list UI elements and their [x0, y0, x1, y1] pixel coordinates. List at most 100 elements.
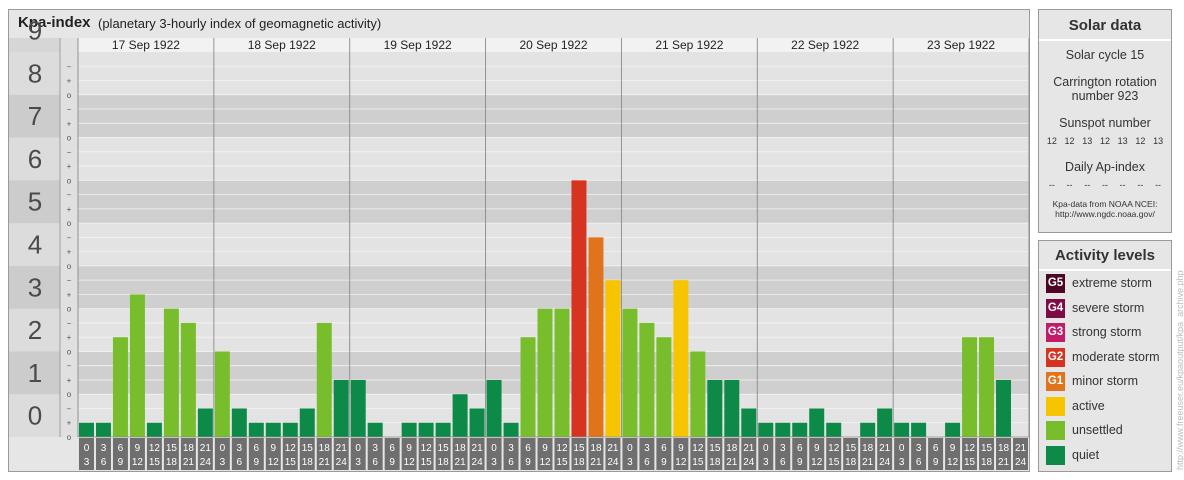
source-link[interactable]: http://www.ngdc.noaa.gov/ [1039, 209, 1171, 219]
interval-end-label: 12 [947, 457, 959, 468]
interval-start-label: 3 [372, 443, 378, 454]
grid-band [78, 52, 1029, 95]
interval-end-label: 6 [508, 457, 514, 468]
interval-start-label: 6 [933, 443, 939, 454]
interval-end-label: 12 [539, 457, 551, 468]
y-tick-label: 0 [28, 401, 42, 431]
interval-end-label: 3 [763, 457, 769, 468]
interval-start-label: 18 [183, 443, 195, 454]
interval-end-label: 12 [675, 457, 687, 468]
legend-color-swatch: G2 [1046, 347, 1065, 367]
y-tick-label: 5 [28, 187, 42, 217]
kp-bar [520, 337, 536, 437]
kp-bar [673, 280, 689, 437]
kp-bar [537, 308, 553, 437]
y-minor-mark: + [67, 205, 72, 214]
interval-end-label: 3 [220, 457, 226, 468]
kp-bar [112, 337, 128, 437]
interval-start-label: 18 [455, 443, 467, 454]
y-minor-mark: + [67, 419, 72, 428]
divider [1039, 39, 1171, 41]
kp-bar [435, 422, 451, 437]
interval-end-label: 18 [166, 457, 178, 468]
kp-bar [554, 308, 570, 437]
interval-end-label: 18 [573, 457, 585, 468]
kp-bar [197, 408, 213, 437]
legend-label: minor storm [1072, 374, 1138, 388]
interval-end-label: 18 [302, 457, 314, 468]
sunspot-values: 12 12 13 12 13 12 13 [1039, 136, 1171, 146]
interval-start-label: 18 [998, 443, 1010, 454]
kp-bar [79, 422, 94, 437]
interval-end-label: 6 [372, 457, 378, 468]
interval-end-label: 9 [389, 457, 395, 468]
interval-start-label: 6 [118, 443, 124, 454]
y-tick-label: 7 [28, 101, 42, 131]
kp-bar [809, 408, 825, 437]
y-minor-mark: o [67, 390, 72, 399]
interval-start-label: 3 [508, 443, 514, 454]
y-minor-mark: − [67, 276, 72, 285]
solar-data-title: Solar data [1068, 17, 1142, 34]
kp-bar [758, 422, 774, 437]
interval-start-label: 3 [101, 443, 107, 454]
y-minor-mark: + [67, 162, 72, 171]
ap-index-value: -- [1066, 180, 1073, 190]
source-line1: Kpa-data from NOAA NCEI: [1052, 199, 1158, 209]
interval-end-label: 3 [84, 457, 90, 468]
y-minor-mark: − [67, 233, 72, 242]
day-label: 18 Sep 1922 [248, 38, 316, 52]
interval-start-label: 9 [135, 443, 141, 454]
ap-index-value: -- [1048, 180, 1055, 190]
y-minor-mark: o [67, 347, 72, 356]
sunspot-value: 13 [1153, 136, 1164, 146]
grid-band [78, 308, 1029, 352]
interval-start-label: 6 [254, 443, 260, 454]
interval-end-label: 21 [998, 457, 1010, 468]
interval-start-label: 3 [644, 443, 650, 454]
ap-index-value: -- [1084, 180, 1091, 190]
interval-start-label: 0 [220, 443, 226, 454]
kp-bar [95, 422, 111, 437]
kp-bar [503, 422, 519, 437]
kp-bar [622, 308, 638, 437]
y-tick-label: 6 [28, 144, 42, 174]
y-minor-mark: o [67, 305, 72, 314]
y-minor-mark: − [67, 319, 72, 328]
ap-index-value: -- [1137, 180, 1144, 190]
interval-end-label: 21 [726, 457, 738, 468]
kp-bar [877, 408, 893, 437]
interval-end-label: 24 [472, 457, 484, 468]
interval-start-label: 6 [389, 443, 395, 454]
interval-start-label: 9 [271, 443, 277, 454]
kp-bar [996, 379, 1012, 437]
interval-end-label: 6 [237, 457, 243, 468]
y-minor-mark: + [67, 77, 72, 86]
kp-bar [571, 180, 587, 438]
legend-color-swatch [1046, 396, 1065, 416]
interval-start-label: 3 [237, 443, 243, 454]
interval-start-label: 21 [472, 443, 484, 454]
kp-bar [146, 422, 162, 437]
kp-bar [469, 408, 485, 437]
y-minor-mark: + [67, 333, 72, 342]
interval-end-label: 15 [285, 457, 297, 468]
interval-start-label: 21 [607, 443, 619, 454]
grid-band [78, 137, 1029, 181]
ap-index-value: -- [1119, 180, 1126, 190]
legend-label: quiet [1072, 447, 1100, 462]
interval-start-label: 0 [491, 443, 497, 454]
interval-end-label: 3 [627, 457, 633, 468]
interval-end-label: 18 [438, 457, 450, 468]
y-tick-label: 4 [28, 230, 42, 260]
sunspot-value: 12 [1099, 136, 1110, 146]
interval-end-label: 9 [254, 457, 260, 468]
kp-bar [724, 379, 740, 437]
interval-end-label: 15 [828, 457, 840, 468]
carrington-rotation-line1: Carrington rotation [1053, 75, 1157, 89]
interval-end-label: 9 [118, 457, 124, 468]
interval-start-label: 12 [964, 443, 976, 454]
interval-start-label: 12 [149, 443, 161, 454]
interval-end-label: 24 [336, 457, 348, 468]
kp-bar [911, 422, 927, 437]
